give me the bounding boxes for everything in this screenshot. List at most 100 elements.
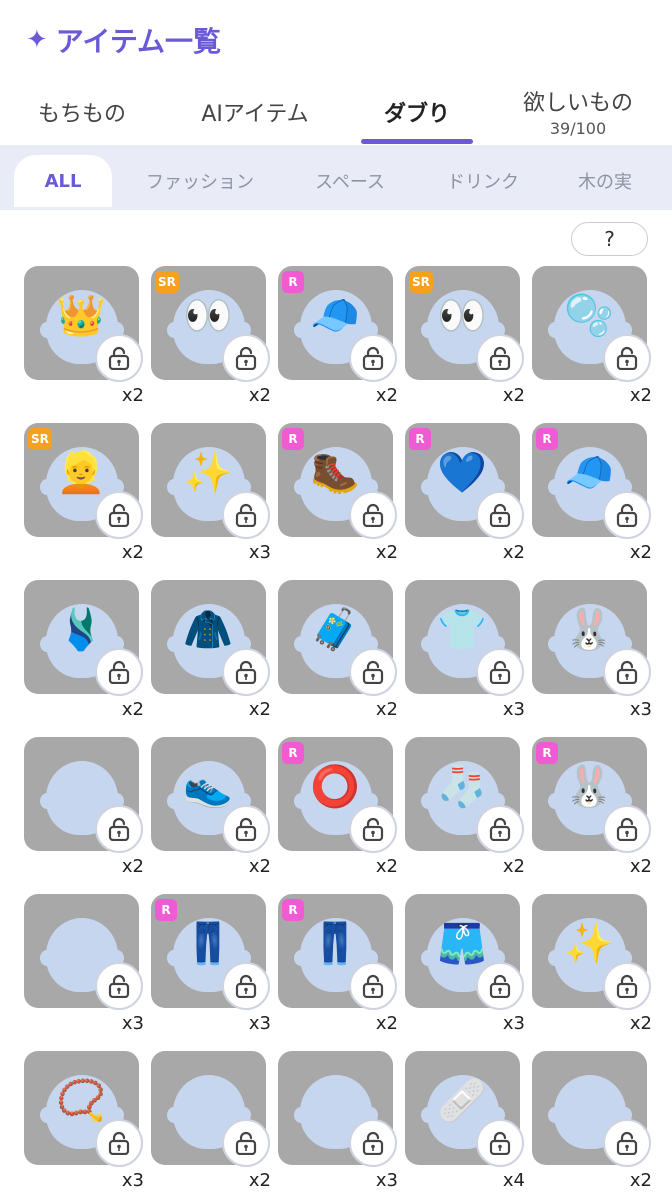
- tab-duplicates[interactable]: ダブり: [361, 78, 473, 145]
- tab-label: AIアイテム: [201, 101, 309, 127]
- filter-label: ドリンク: [447, 172, 519, 193]
- item-count: x4: [502, 1170, 525, 1191]
- filter-fashion[interactable]: ファッション: [130, 155, 270, 207]
- wishlist-count: 39/100: [549, 119, 607, 138]
- item-cell[interactable]: 🧢 Rx2: [278, 266, 398, 406]
- unlock-icon[interactable]: [349, 648, 397, 696]
- item-cell[interactable]: x2: [24, 737, 144, 877]
- item-cell[interactable]: 👱 SR x2: [24, 423, 144, 563]
- item-cell[interactable]: 🩹 x4: [405, 1051, 525, 1191]
- unlock-icon[interactable]: [95, 1119, 143, 1167]
- item-cell[interactable]: ⭕ Rx2: [278, 737, 398, 877]
- help-button-label: ?: [604, 227, 615, 251]
- unlock-icon[interactable]: [603, 962, 651, 1010]
- filter-all[interactable]: ALL: [14, 155, 112, 207]
- item-cell[interactable]: 🥾 Rx2: [278, 423, 398, 563]
- rarity-badge: R: [155, 899, 177, 921]
- unlock-icon[interactable]: [476, 334, 524, 382]
- tab-label: もちもの: [37, 101, 126, 127]
- rarity-badge: R: [282, 742, 304, 764]
- item-cell[interactable]: x3: [24, 894, 144, 1034]
- unlock-icon[interactable]: [349, 491, 397, 539]
- item-cell[interactable]: 👖 Rx3: [151, 894, 271, 1034]
- unlock-icon[interactable]: [476, 805, 524, 853]
- tab-mochimono[interactable]: もちもの: [20, 78, 144, 145]
- unlock-icon[interactable]: [603, 334, 651, 382]
- unlock-icon[interactable]: [222, 1119, 270, 1167]
- item-cell[interactable]: 👕 x3: [405, 580, 525, 720]
- item-image-icon: 🐰: [564, 607, 614, 653]
- unlock-icon[interactable]: [349, 1119, 397, 1167]
- item-cell[interactable]: 🐰 x3: [532, 580, 652, 720]
- item-cell[interactable]: 👑 x2: [24, 266, 144, 406]
- item-cell[interactable]: 👟 x2: [151, 737, 271, 877]
- unlock-icon[interactable]: [349, 334, 397, 382]
- item-count: x3: [121, 1013, 144, 1034]
- item-cell[interactable]: 🧢 Rx2: [532, 423, 652, 563]
- filter-space[interactable]: スペース: [295, 155, 405, 207]
- item-image-icon: 🩱: [56, 607, 106, 653]
- unlock-icon[interactable]: [476, 962, 524, 1010]
- unlock-icon[interactable]: [95, 334, 143, 382]
- page-title-text: アイテム一覧: [55, 25, 221, 58]
- item-count: x2: [121, 542, 144, 563]
- item-cell[interactable]: 👀 SR x2: [151, 266, 271, 406]
- unlock-icon[interactable]: [603, 491, 651, 539]
- item-image-icon: 👟: [183, 764, 233, 810]
- unlock-icon[interactable]: [603, 648, 651, 696]
- item-cell[interactable]: ✨ x3: [151, 423, 271, 563]
- item-count: x2: [375, 1013, 398, 1034]
- rarity-badge: R: [282, 428, 304, 450]
- unlock-icon[interactable]: [95, 648, 143, 696]
- item-cell[interactable]: 🐰 Rx2: [532, 737, 652, 877]
- help-button[interactable]: ?: [571, 222, 648, 256]
- item-image-icon: 📿: [56, 1078, 106, 1124]
- item-cell[interactable]: x2: [532, 1051, 652, 1191]
- unlock-icon[interactable]: [95, 805, 143, 853]
- unlock-icon[interactable]: [476, 491, 524, 539]
- filter-label: ファッション: [146, 172, 254, 193]
- item-cell[interactable]: 🧦 x2: [405, 737, 525, 877]
- item-cell[interactable]: x3: [278, 1051, 398, 1191]
- item-cell[interactable]: 🧳 x2: [278, 580, 398, 720]
- item-count: x2: [502, 385, 525, 406]
- item-cell[interactable]: 🧥 x2: [151, 580, 271, 720]
- item-image-icon: 🫧: [564, 293, 614, 339]
- item-count: x2: [248, 699, 271, 720]
- unlock-icon[interactable]: [222, 334, 270, 382]
- item-count: x2: [629, 1013, 652, 1034]
- unlock-icon[interactable]: [349, 805, 397, 853]
- unlock-icon[interactable]: [603, 1119, 651, 1167]
- unlock-icon[interactable]: [222, 648, 270, 696]
- sparkle-icon: ✦: [26, 25, 48, 55]
- item-image-icon: 🧢: [310, 293, 360, 339]
- item-cell[interactable]: 💙 Rx2: [405, 423, 525, 563]
- unlock-icon[interactable]: [603, 805, 651, 853]
- item-cell[interactable]: x2: [151, 1051, 271, 1191]
- unlock-icon[interactable]: [222, 962, 270, 1010]
- category-filter-bar: ALL ファッション スペース ドリンク 木の実: [0, 145, 672, 210]
- unlock-icon[interactable]: [476, 648, 524, 696]
- tab-ai-items[interactable]: AIアイテム: [180, 78, 330, 145]
- unlock-icon[interactable]: [222, 491, 270, 539]
- item-image-icon: 🥾: [310, 450, 360, 496]
- item-image-icon: 👑: [56, 293, 106, 339]
- item-cell[interactable]: 👀 SR x2: [405, 266, 525, 406]
- unlock-icon[interactable]: [95, 962, 143, 1010]
- unlock-icon[interactable]: [222, 805, 270, 853]
- item-cell[interactable]: 🩳 x3: [405, 894, 525, 1034]
- item-cell[interactable]: ✨ x2: [532, 894, 652, 1034]
- rarity-badge: R: [536, 742, 558, 764]
- item-cell[interactable]: 🩱 x2: [24, 580, 144, 720]
- item-count: x3: [121, 1170, 144, 1191]
- item-cell[interactable]: 👖 Rx2: [278, 894, 398, 1034]
- tab-wishlist[interactable]: 欲しいもの 39/100: [505, 78, 651, 145]
- unlock-icon[interactable]: [349, 962, 397, 1010]
- rarity-badge: R: [536, 428, 558, 450]
- unlock-icon[interactable]: [476, 1119, 524, 1167]
- filter-drink[interactable]: ドリンク: [425, 155, 541, 207]
- unlock-icon[interactable]: [95, 491, 143, 539]
- item-cell[interactable]: 📿 x3: [24, 1051, 144, 1191]
- item-cell[interactable]: 🫧 x2: [532, 266, 652, 406]
- filter-nuts[interactable]: 木の実: [560, 155, 650, 207]
